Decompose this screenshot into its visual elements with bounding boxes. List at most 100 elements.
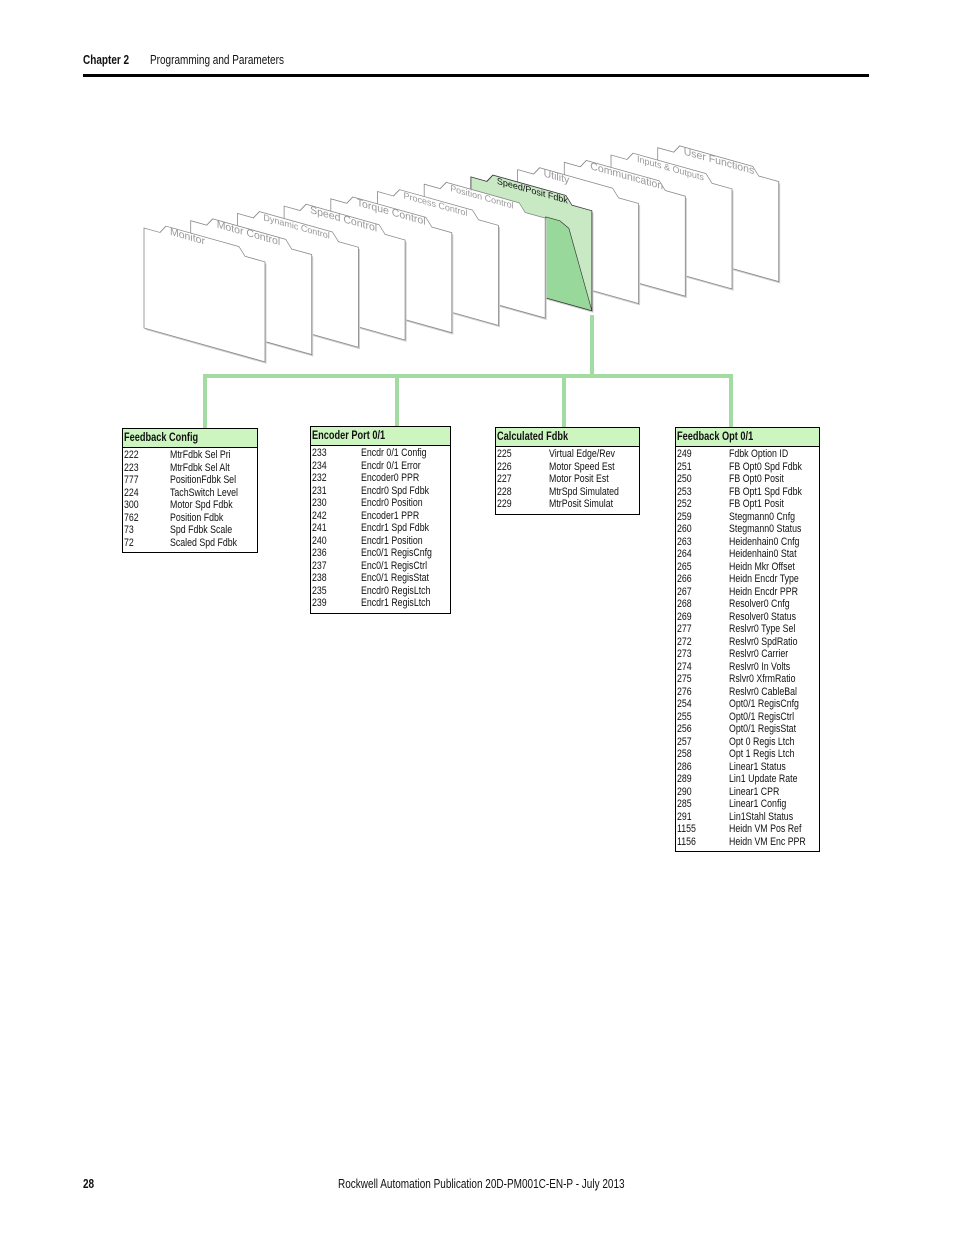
parameter-number: 231	[312, 484, 327, 497]
parameter-number: 237	[312, 559, 327, 572]
parameter-row[interactable]: 252 FB Opt1 Posit	[677, 498, 819, 511]
parameter-row[interactable]: 260 Stegmann0 Status	[677, 523, 819, 536]
parameter-row[interactable]: 242 Encoder1 PPR	[312, 510, 450, 523]
publication-info: Rockwell Automation Publication 20D-PM00…	[338, 1177, 696, 1191]
parameter-number: 240	[312, 534, 327, 547]
parameter-row[interactable]: 267 Heidn Encdr PPR	[677, 586, 819, 599]
parameter-number: 255	[677, 710, 692, 723]
parameter-row[interactable]: 300 Motor Spd Fdbk	[124, 499, 257, 512]
parameter-row[interactable]: 291 Lin1Stahl Status	[677, 811, 819, 824]
parameter-row[interactable]: 257 Opt 0 Regis Ltch	[677, 736, 819, 749]
parameter-row[interactable]: 73 Spd Fdbk Scale	[124, 524, 257, 537]
parameter-number: 263	[677, 535, 692, 548]
parameter-row[interactable]: 1156 Heidn VM Enc PPR	[677, 836, 819, 849]
parameter-row[interactable]: 259 Stegmann0 Cnfg	[677, 511, 819, 524]
parameter-row[interactable]: 268 Resolver0 Cnfg	[677, 598, 819, 611]
parameter-row[interactable]: 222 MtrFdbk Sel Pri	[124, 449, 257, 462]
parameter-row[interactable]: 224 TachSwitch Level	[124, 487, 257, 500]
parameter-row[interactable]: 256 Opt0/1 RegisStat	[677, 723, 819, 736]
parameter-row[interactable]: 258 Opt 1 Regis Ltch	[677, 748, 819, 761]
parameter-name: MtrFdbk Sel Pri	[170, 449, 231, 461]
parameter-name: Motor Spd Fdbk	[170, 499, 233, 511]
group-title[interactable]: Feedback Config	[123, 429, 257, 448]
parameter-name: Reslvr0 SpdRatio	[729, 635, 798, 648]
group-title[interactable]: Calculated Fdbk	[496, 428, 639, 447]
parameter-number: 241	[312, 522, 327, 534]
group-title-text: Calculated Fdbk	[497, 431, 569, 443]
parameter-row[interactable]: 235 Encdr0 RegisLtch	[312, 585, 450, 598]
parameter-row[interactable]: 263 Heidenhain0 Cnfg	[677, 536, 819, 549]
parameter-name: Enc0/1 RegisStat	[361, 572, 429, 584]
parameter-row[interactable]: 274 Reslvr0 In Volts	[677, 661, 819, 674]
parameter-name: Stegmann0 Status	[729, 523, 802, 535]
parameter-name: MtrFdbk Sel Alt	[170, 461, 230, 474]
parameter-row[interactable]: 232 Encoder0 PPR	[312, 472, 450, 485]
parameter-number: 223	[124, 461, 139, 474]
parameter-row[interactable]: 240 Encdr1 Position	[312, 535, 450, 548]
parameter-number: 777	[124, 474, 139, 486]
parameter-number: 268	[677, 598, 692, 610]
parameter-row[interactable]: 276 Reslvr0 CableBal	[677, 686, 819, 699]
parameter-row[interactable]: 269 Resolver0 Status	[677, 611, 819, 624]
parameter-row[interactable]: 237 Enc0/1 RegisCtrl	[312, 560, 450, 573]
parameter-name: Heidn Encdr Type	[729, 573, 799, 585]
parameter-row[interactable]: 225 Virtual Edge/Rev	[497, 448, 639, 461]
parameter-number: 265	[677, 560, 692, 573]
parameter-row[interactable]: 285 Linear1 Config	[677, 798, 819, 811]
parameter-name: MtrSpd Simulated	[549, 485, 619, 498]
parameter-row[interactable]: 762 Position Fdbk	[124, 512, 257, 525]
parameter-number: 256	[677, 723, 692, 735]
parameter-row[interactable]: 233 Encdr 0/1 Config	[312, 447, 450, 460]
parameter-name: Enc0/1 RegisCtrl	[361, 559, 428, 572]
parameter-row[interactable]: 277 Reslvr0 Type Sel	[677, 623, 819, 636]
parameter-number: 285	[677, 798, 692, 810]
parameter-row[interactable]: 266 Heidn Encdr Type	[677, 573, 819, 586]
parameter-row[interactable]: 249 Fdbk Option ID	[677, 448, 819, 461]
parameter-row[interactable]: 229 MtrPosit Simulat	[497, 498, 639, 511]
parameter-row[interactable]: 275 Rslvr0 XfrmRatio	[677, 673, 819, 686]
parameter-row[interactable]: 289 Lin1 Update Rate	[677, 773, 819, 786]
parameter-row[interactable]: 254 Opt0/1 RegisCnfg	[677, 698, 819, 711]
parameter-list: 249 Fdbk Option ID 251 FB Opt0 Spd Fdbk 250 F…	[676, 447, 819, 851]
parameter-name: Heidenhain0 Cnfg	[729, 535, 800, 548]
parameter-number: 272	[677, 635, 692, 648]
parameter-row[interactable]: 227 Motor Posit Est	[497, 473, 639, 486]
parameter-row[interactable]: 255 Opt0/1 RegisCtrl	[677, 711, 819, 724]
parameter-row[interactable]: 241 Encdr1 Spd Fdbk	[312, 522, 450, 535]
parameter-number: 253	[677, 485, 692, 498]
parameter-row[interactable]: 1155 Heidn VM Pos Ref	[677, 823, 819, 836]
parameter-row[interactable]: 231 Encdr0 Spd Fdbk	[312, 485, 450, 498]
parameter-name: Fdbk Option ID	[729, 448, 789, 460]
parameter-number: 277	[677, 623, 692, 635]
group-title[interactable]: Feedback Opt 0/1	[676, 428, 819, 447]
publication-text: Rockwell Automation Publication 20D-PM00…	[338, 1177, 625, 1191]
parameter-row[interactable]: 72 Scaled Spd Fdbk	[124, 537, 257, 550]
parameter-row[interactable]: 234 Encdr 0/1 Error	[312, 460, 450, 473]
parameter-row[interactable]: 226 Motor Speed Est	[497, 461, 639, 474]
parameter-name: Opt0/1 RegisStat	[729, 723, 797, 735]
parameter-name: Reslvr0 In Volts	[729, 660, 791, 673]
group-title[interactable]: Encoder Port 0/1	[311, 427, 450, 446]
parameter-row[interactable]: 264 Heidenhain0 Stat	[677, 548, 819, 561]
parameter-row[interactable]: 238 Enc0/1 RegisStat	[312, 572, 450, 585]
parameter-name: FB Opt1 Spd Fdbk	[729, 485, 802, 498]
parameter-row[interactable]: 251 FB Opt0 Spd Fdbk	[677, 461, 819, 474]
parameter-name: Enc0/1 RegisCnfg	[361, 547, 432, 559]
parameter-row[interactable]: 272 Reslvr0 SpdRatio	[677, 636, 819, 649]
parameter-row[interactable]: 777 PositionFdbk Sel	[124, 474, 257, 487]
parameter-row[interactable]: 286 Linear1 Status	[677, 761, 819, 774]
parameter-row[interactable]: 228 MtrSpd Simulated	[497, 486, 639, 499]
parameter-row[interactable]: 223 MtrFdbk Sel Alt	[124, 462, 257, 475]
parameter-name: Resolver0 Cnfg	[729, 598, 790, 610]
parameter-row[interactable]: 253 FB Opt1 Spd Fdbk	[677, 486, 819, 499]
parameter-number: 242	[312, 509, 327, 522]
parameter-row[interactable]: 250 FB Opt0 Posit	[677, 473, 819, 486]
parameter-row[interactable]: 273 Reslvr0 Carrier	[677, 648, 819, 661]
page-number-text: 28	[83, 1177, 95, 1191]
parameter-row[interactable]: 265 Heidn Mkr Offset	[677, 561, 819, 574]
parameter-row[interactable]: 239 Encdr1 RegisLtch	[312, 597, 450, 610]
parameter-row[interactable]: 236 Enc0/1 RegisCnfg	[312, 547, 450, 560]
parameter-number: 291	[677, 810, 692, 823]
parameter-row[interactable]: 230 Encdr0 Position	[312, 497, 450, 510]
parameter-row[interactable]: 290 Linear1 CPR	[677, 786, 819, 799]
